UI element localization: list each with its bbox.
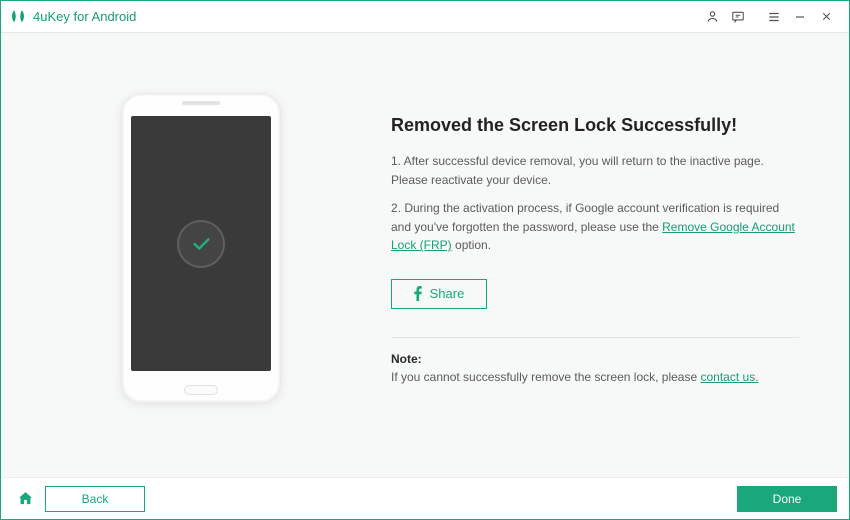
phone-mockup xyxy=(121,93,281,403)
divider xyxy=(391,337,799,338)
instruction-2: 2. During the activation process, if Goo… xyxy=(391,199,799,255)
success-heading: Removed the Screen Lock Successfully! xyxy=(391,115,799,136)
success-check-icon xyxy=(177,220,225,268)
instruction-2-text-b: option. xyxy=(452,238,491,252)
close-button[interactable] xyxy=(813,4,839,30)
note-title: Note: xyxy=(391,352,799,366)
content-area: Removed the Screen Lock Successfully! 1.… xyxy=(1,33,849,477)
app-logo-icon xyxy=(9,8,27,26)
app-title: 4uKey for Android xyxy=(33,9,136,24)
facebook-icon xyxy=(414,286,422,301)
feedback-icon[interactable] xyxy=(725,4,751,30)
titlebar: 4uKey for Android xyxy=(1,1,849,33)
note-text-a: If you cannot successfully remove the sc… xyxy=(391,370,701,384)
phone-speaker-icon xyxy=(182,101,220,105)
minimize-button[interactable] xyxy=(787,4,813,30)
footer-bar: Back Done xyxy=(1,477,849,519)
share-button-label: Share xyxy=(430,286,465,301)
instruction-1: 1. After successful device removal, you … xyxy=(391,152,799,189)
home-icon[interactable] xyxy=(13,487,37,511)
menu-icon[interactable] xyxy=(761,4,787,30)
account-icon[interactable] xyxy=(699,4,725,30)
back-button[interactable]: Back xyxy=(45,486,145,512)
contact-us-link[interactable]: contact us. xyxy=(701,370,759,384)
share-button[interactable]: Share xyxy=(391,279,487,309)
phone-screen xyxy=(131,116,271,371)
phone-home-button-icon xyxy=(184,385,218,395)
app-window: 4uKey for Android xyxy=(0,0,850,520)
done-button[interactable]: Done xyxy=(737,486,837,512)
message-panel: Removed the Screen Lock Successfully! 1.… xyxy=(391,93,799,384)
note-text: If you cannot successfully remove the sc… xyxy=(391,370,799,384)
